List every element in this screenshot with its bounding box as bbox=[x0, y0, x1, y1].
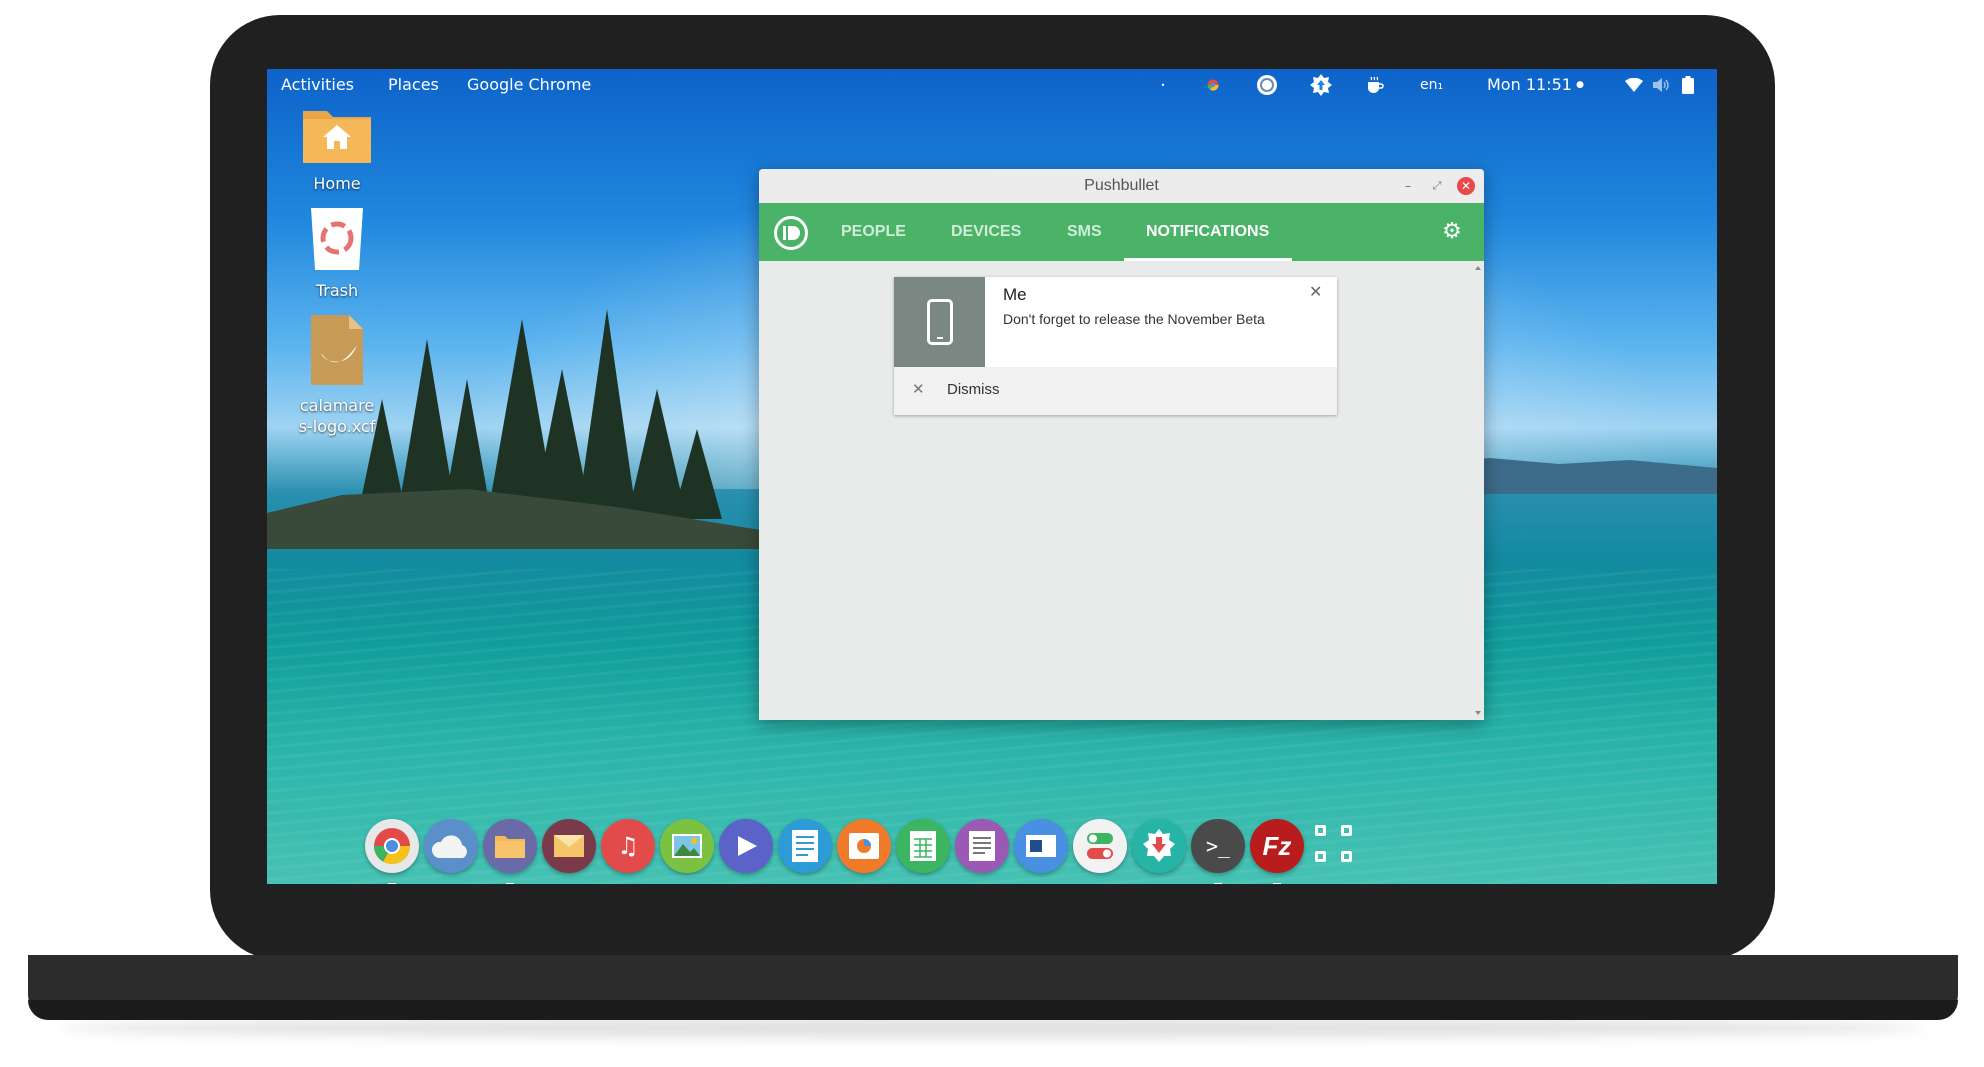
pushbullet-window: Pushbullet – ⤢ ✕ PEOPLE DEVICES SMS NOTI… bbox=[759, 169, 1484, 720]
trash-icon bbox=[311, 208, 363, 270]
app-menu[interactable]: Google Chrome bbox=[467, 75, 591, 94]
tab-devices[interactable]: DEVICES bbox=[951, 223, 1021, 241]
pushbullet-logo-icon[interactable] bbox=[774, 216, 808, 250]
running-indicator bbox=[1273, 883, 1281, 884]
tab-notifications[interactable]: NOTIFICATIONS bbox=[1146, 223, 1269, 241]
gear-icon[interactable]: ⚙ bbox=[1441, 221, 1463, 243]
places-menu[interactable]: Places bbox=[388, 75, 439, 94]
desktop-icon-label: calamares-logo.xcf bbox=[298, 396, 376, 436]
desktop-icon-xcf[interactable]: calamares-logo.xcf bbox=[287, 313, 387, 437]
scrollbar[interactable] bbox=[1472, 261, 1484, 720]
notification-body: Don't forget to release the November Bet… bbox=[1003, 311, 1265, 327]
window-titlebar[interactable]: Pushbullet – ⤢ ✕ bbox=[759, 169, 1484, 203]
keyboard-layout-indicator[interactable]: en₁ bbox=[1420, 77, 1443, 93]
battery-icon[interactable] bbox=[1677, 74, 1699, 96]
dismiss-icon: ✕ bbox=[912, 380, 925, 398]
sync-tray-icon[interactable] bbox=[1256, 74, 1278, 96]
files-icon[interactable] bbox=[483, 819, 537, 873]
minimize-icon[interactable]: – bbox=[1399, 177, 1417, 195]
activities-button[interactable]: Activities bbox=[281, 75, 354, 94]
music-icon[interactable]: ♫ bbox=[601, 819, 655, 873]
laptop-shadow bbox=[60, 1018, 1926, 1038]
presentation-icon[interactable] bbox=[1014, 819, 1068, 873]
running-indicator bbox=[506, 883, 514, 884]
desktop-icon-label: Trash bbox=[315, 281, 359, 300]
video-icon[interactable] bbox=[719, 819, 773, 873]
phone-icon bbox=[926, 299, 953, 345]
desktop-screen: Activities Places Google Chrome • en₁ Mo… bbox=[267, 69, 1717, 884]
weather-icon[interactable] bbox=[424, 819, 478, 873]
scroll-down-arrow-icon[interactable] bbox=[1475, 711, 1481, 715]
pushbullet-navbar: PEOPLE DEVICES SMS NOTIFICATIONS ⚙ bbox=[759, 203, 1484, 261]
tab-sms[interactable]: SMS bbox=[1067, 223, 1102, 241]
wallpaper-trees bbox=[357, 309, 722, 519]
maximize-icon[interactable]: ⤢ bbox=[1428, 177, 1446, 195]
scroll-up-arrow-icon[interactable] bbox=[1475, 266, 1481, 270]
terminal-icon[interactable]: >_ bbox=[1191, 819, 1245, 873]
home-folder-icon bbox=[303, 111, 371, 163]
clock[interactable]: Mon 11:51 bbox=[1487, 75, 1572, 94]
filezilla-icon[interactable]: Fz bbox=[1250, 819, 1304, 873]
notification-dot-icon: ● bbox=[1576, 80, 1584, 90]
running-indicator bbox=[1214, 883, 1222, 884]
running-indicator bbox=[388, 883, 396, 884]
desktop-icon-label: Home bbox=[313, 174, 361, 193]
screenshot-icon[interactable] bbox=[837, 819, 891, 873]
chrome-tray-icon[interactable] bbox=[1202, 74, 1224, 96]
notification-card: Me Don't forget to release the November … bbox=[894, 277, 1337, 415]
laptop-base-edge bbox=[28, 1000, 1958, 1020]
coffee-tray-icon[interactable] bbox=[1364, 74, 1386, 96]
mail-icon[interactable] bbox=[542, 819, 596, 873]
update-tray-icon[interactable] bbox=[1310, 74, 1332, 96]
close-icon[interactable]: ✕ bbox=[1457, 177, 1475, 195]
device-icon-box bbox=[894, 277, 985, 367]
desktop-icon-trash[interactable]: Trash bbox=[287, 206, 387, 301]
dock: ♫ >_ Fz bbox=[365, 819, 1625, 884]
xcf-file-icon bbox=[311, 315, 363, 385]
software-center-icon[interactable] bbox=[1132, 819, 1186, 873]
wifi-icon[interactable] bbox=[1623, 74, 1645, 96]
dismiss-label: Dismiss bbox=[947, 381, 1000, 398]
tab-people[interactable]: PEOPLE bbox=[841, 223, 906, 241]
settings-toggle-icon[interactable] bbox=[1073, 819, 1127, 873]
volume-icon[interactable] bbox=[1650, 74, 1672, 96]
desktop-icon-home[interactable]: Home bbox=[287, 105, 387, 194]
notification-close-icon[interactable]: ✕ bbox=[1309, 282, 1322, 301]
notification-title: Me bbox=[1003, 285, 1027, 304]
photos-icon[interactable] bbox=[660, 819, 714, 873]
top-panel: Activities Places Google Chrome • en₁ Mo… bbox=[267, 69, 1717, 101]
document-icon[interactable] bbox=[778, 819, 832, 873]
text-editor-icon[interactable] bbox=[955, 819, 1009, 873]
spreadsheet-icon[interactable] bbox=[896, 819, 950, 873]
window-title: Pushbullet bbox=[1084, 177, 1159, 194]
dismiss-button[interactable]: ✕ Dismiss bbox=[894, 367, 1337, 415]
app-grid-icon[interactable] bbox=[1315, 825, 1359, 869]
dot-icon[interactable]: • bbox=[1152, 74, 1174, 96]
chrome-icon[interactable] bbox=[365, 819, 419, 873]
